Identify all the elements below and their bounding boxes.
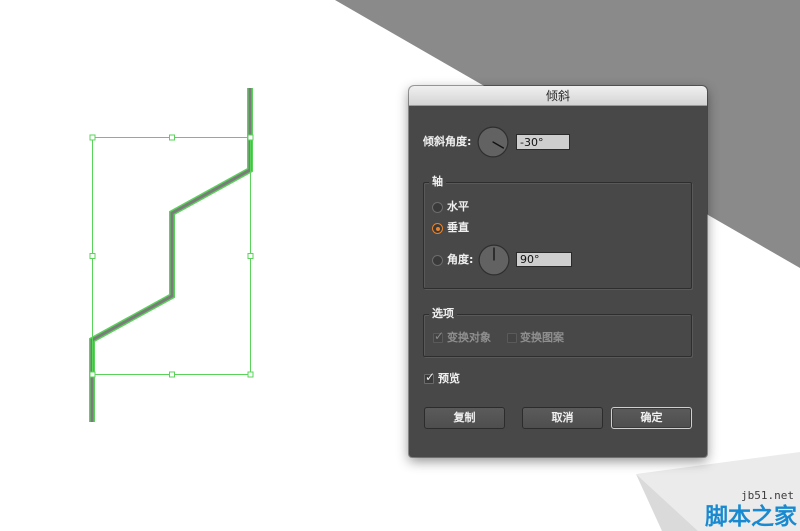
axis-angle-radio[interactable]	[432, 255, 443, 266]
axis-group-title: 轴	[429, 175, 446, 189]
shear-angle-input[interactable]	[516, 134, 570, 150]
dialog-title: 倾斜	[545, 89, 570, 103]
selection-handle-top-center[interactable]	[169, 134, 175, 141]
watermark-site: jb51.net	[741, 489, 794, 502]
preview-option[interactable]: 预览	[424, 370, 470, 387]
selection-handle-bottom-left[interactable]	[89, 371, 96, 378]
preview-checkbox[interactable]	[424, 370, 435, 384]
transform-patterns-checkbox[interactable]	[507, 333, 517, 343]
shear-dialog: 倾斜 倾斜角度: 轴 水平 垂直 角度: 选项 变换对象	[409, 86, 707, 457]
axis-horizontal-option[interactable]: 水平	[432, 200, 492, 215]
axis-horizontal-radio[interactable]	[432, 202, 443, 213]
transform-patterns-option[interactable]: 变换图案	[507, 331, 573, 346]
axis-horizontal-label: 水平	[447, 200, 469, 213]
axis-vertical-label: 垂直	[447, 221, 469, 234]
axis-angle-input[interactable]	[516, 252, 572, 267]
axis-vertical-option[interactable]: 垂直	[432, 221, 492, 236]
cancel-button[interactable]: 取消	[522, 407, 603, 429]
transform-patterns-label: 变换图案	[520, 331, 564, 344]
selection-handle-bottom-center[interactable]	[169, 371, 175, 378]
selection-handle-top-right[interactable]	[247, 134, 254, 141]
selection-handle-bottom-right[interactable]	[247, 371, 254, 378]
axis-angle-option[interactable]: 角度:	[432, 253, 477, 268]
dialog-title-bar[interactable]: 倾斜	[409, 86, 707, 106]
options-group-title: 选项	[429, 307, 457, 321]
axis-angle-label: 角度:	[447, 253, 474, 266]
ok-button[interactable]: 确定	[611, 407, 692, 429]
selection-handle-top-left[interactable]	[89, 134, 96, 141]
transform-objects-option[interactable]: 变换对象	[433, 329, 499, 346]
copy-button[interactable]: 复制	[424, 407, 505, 429]
axis-angle-dial[interactable]	[478, 244, 510, 276]
shear-angle-dial[interactable]	[477, 126, 509, 158]
shear-angle-label: 倾斜角度:	[423, 135, 472, 148]
transform-objects-label: 变换对象	[447, 331, 491, 344]
transform-objects-checkbox[interactable]	[433, 329, 444, 343]
selection-handle-middle-left[interactable]	[89, 253, 96, 259]
selection-handle-middle-right[interactable]	[247, 253, 254, 259]
watermark-logo-text: 脚本之家	[705, 504, 797, 530]
axis-vertical-radio[interactable]	[432, 223, 443, 234]
preview-label: 预览	[438, 372, 460, 385]
